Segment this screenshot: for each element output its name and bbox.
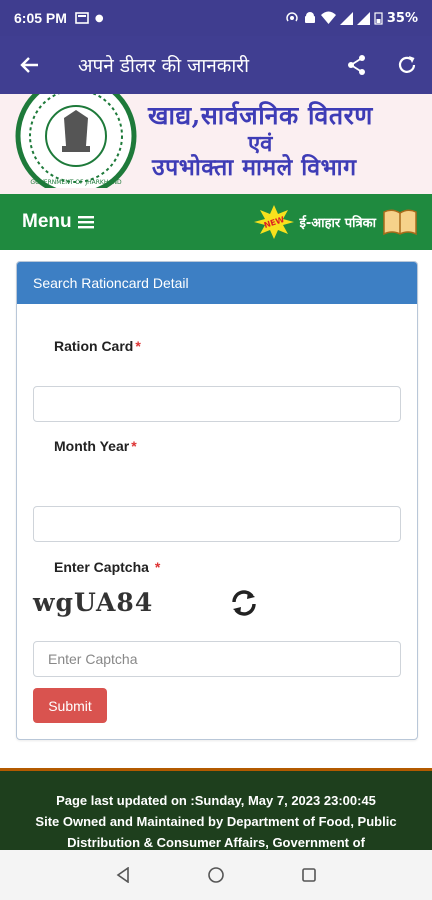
wifi-icon [320,11,336,24]
search-rationcard-card: Search Rationcard Detail Ration Card * Mo… [16,261,418,740]
banner-line-3: उपभोक्ता मामले विभाग [152,154,357,181]
epatrika-label: ई-आहार पत्रिका [299,216,376,231]
android-icon [304,12,315,23]
system-nav-bar [0,850,432,900]
nav-recents-icon[interactable] [301,867,317,883]
signal-icon [339,11,353,25]
captcha-image: wgUA84 [33,588,154,617]
app-bar: अपने डीलर की जानकारी [0,36,432,94]
ration-card-label: Ration Card * [54,338,141,354]
refresh-page-button[interactable] [382,36,432,94]
captcha-label: Enter Captcha * [54,559,161,575]
refresh-icon [232,590,256,616]
share-button[interactable] [332,36,382,94]
page-title: अपने डीलर की जानकारी [78,55,249,77]
hotspot-icon [286,12,298,22]
reload-icon [398,56,416,73]
month-year-input[interactable] [33,506,401,542]
back-button[interactable] [0,36,60,94]
status-time: 6:05 PM [14,10,67,26]
back-arrow-icon [20,57,38,73]
jharkhand-emblem-icon: GOVERNMENT OF JHARKHAND [15,94,137,188]
menu-button[interactable]: Menu [22,211,94,233]
site-footer: Page last updated on :Sunday, May 7, 202… [0,768,432,850]
department-banner: GOVERNMENT OF JHARKHAND खाद्य,सार्वजनिक … [0,94,432,194]
message-icon [75,12,89,24]
hamburger-icon [77,216,94,229]
share-icon [348,55,365,75]
banner-line-1: खाद्य,सार्वजनिक वितरण [148,101,373,130]
submit-button[interactable]: Submit [33,688,107,723]
battery-percent: 35% [386,10,418,26]
menu-bar: Menu NEW ई-आहार पत्रिका [0,194,432,250]
nav-home-icon[interactable] [207,866,225,884]
nav-back-icon[interactable] [115,867,131,883]
menu-label: Menu [22,211,72,232]
e-aahar-patrika-link[interactable]: NEW ई-आहार पत्रिका [253,205,418,239]
open-book-icon [383,209,417,236]
card-header: Search Rationcard Detail [17,262,417,304]
last-updated-text: Page last updated on :Sunday, May 7, 202… [56,793,376,808]
site-owner-text-1: Site Owned and Maintained by Department … [35,814,397,829]
site-owner-text-2: Distribution & Consumer Affairs, Governm… [67,835,365,850]
new-badge-icon: NEW [253,205,294,239]
captcha-input[interactable]: Enter Captcha [33,641,401,677]
signal-icon-2 [356,11,370,25]
ration-card-input[interactable] [33,386,401,422]
dot-icon: ● [94,12,104,24]
status-bar: 6:05 PM ● 35% [0,0,432,36]
refresh-captcha-button[interactable] [229,588,259,618]
month-year-label: Month Year * [54,438,137,454]
svg-text:GOVERNMENT OF JHARKHAND: GOVERNMENT OF JHARKHAND [30,179,122,186]
battery-icon [374,12,383,25]
